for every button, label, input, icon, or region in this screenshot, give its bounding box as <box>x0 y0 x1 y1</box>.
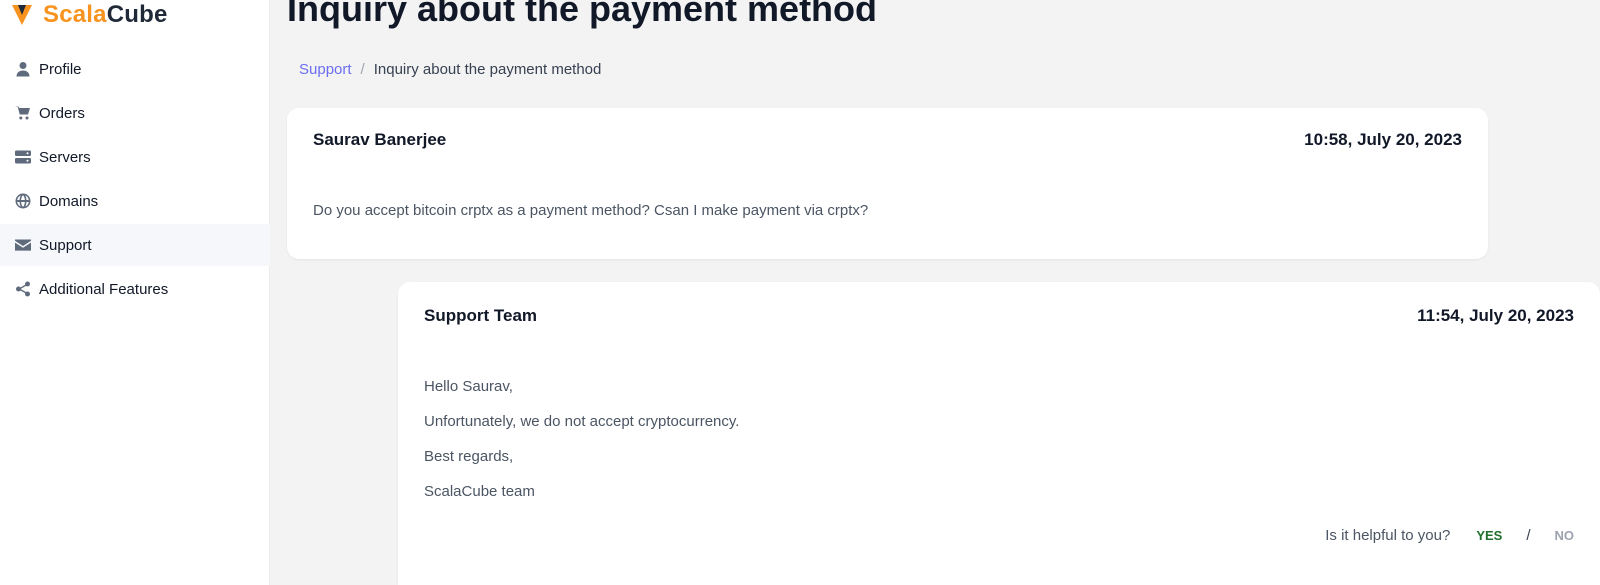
logo[interactable]: ScalaCube <box>11 0 168 30</box>
message-timestamp: 11:54, July 20, 2023 <box>1417 306 1574 325</box>
sidebar-item-label: Profile <box>39 60 82 78</box>
helpful-feedback: Is it helpful to you? YES / NO <box>1325 527 1574 544</box>
sidebar-item-support[interactable]: Support <box>0 224 270 266</box>
logo-text: ScalaCube <box>43 1 168 29</box>
breadcrumb: Support / Inquiry about the payment meth… <box>299 61 601 78</box>
sidebar-item-profile[interactable]: Profile <box>0 48 270 90</box>
message-card-support: Support Team 11:54, July 20, 2023 Hello … <box>398 282 1600 585</box>
message-timestamp: 10:58, July 20, 2023 <box>1304 130 1462 149</box>
sidebar-item-label: Orders <box>39 104 85 122</box>
feedback-separator: / <box>1526 527 1531 544</box>
message-line: Unfortunately, we do not accept cryptocu… <box>424 413 740 430</box>
sidebar-item-servers[interactable]: Servers <box>0 136 270 178</box>
breadcrumb-link-support[interactable]: Support <box>299 61 352 78</box>
message-line: ScalaCube team <box>424 483 535 500</box>
cart-icon <box>15 105 31 121</box>
feedback-yes-button[interactable]: YES <box>1476 528 1502 543</box>
share-icon <box>15 281 31 297</box>
sidebar-item-domains[interactable]: Domains <box>0 180 270 222</box>
message-card-customer: Saurav Banerjee 10:58, July 20, 2023 Do … <box>287 108 1488 259</box>
sidebar: ScalaCube Profile Orders Servers Domains <box>0 0 270 585</box>
logo-text-cube: Cube <box>106 1 168 28</box>
message-author: Support Team <box>424 306 538 325</box>
feedback-question: Is it helpful to you? <box>1325 527 1451 544</box>
sidebar-item-label: Domains <box>39 192 99 210</box>
message-body: Do you accept bitcoin crptx as a payment… <box>313 202 869 219</box>
page-title: Inquiry about the payment method <box>287 0 878 29</box>
message-line: Best regards, <box>424 448 514 465</box>
sidebar-nav: Profile Orders Servers Domains Support A… <box>0 48 270 312</box>
breadcrumb-separator: / <box>360 61 365 78</box>
sidebar-item-additional-features[interactable]: Additional Features <box>0 268 270 310</box>
logo-text-scala: Scala <box>43 1 107 28</box>
sidebar-item-label: Servers <box>39 148 91 166</box>
logo-icon <box>12 5 32 25</box>
server-icon <box>15 149 31 165</box>
sidebar-item-orders[interactable]: Orders <box>0 92 270 134</box>
breadcrumb-current: Inquiry about the payment method <box>373 61 602 78</box>
user-icon <box>15 61 31 77</box>
feedback-no-button[interactable]: NO <box>1555 528 1575 543</box>
sidebar-item-label: Additional Features <box>39 280 169 298</box>
message-author: Saurav Banerjee <box>313 130 447 149</box>
sidebar-item-label: Support <box>39 236 92 254</box>
envelope-icon <box>15 237 31 253</box>
globe-icon <box>15 193 31 209</box>
message-line: Hello Saurav, <box>424 378 513 395</box>
